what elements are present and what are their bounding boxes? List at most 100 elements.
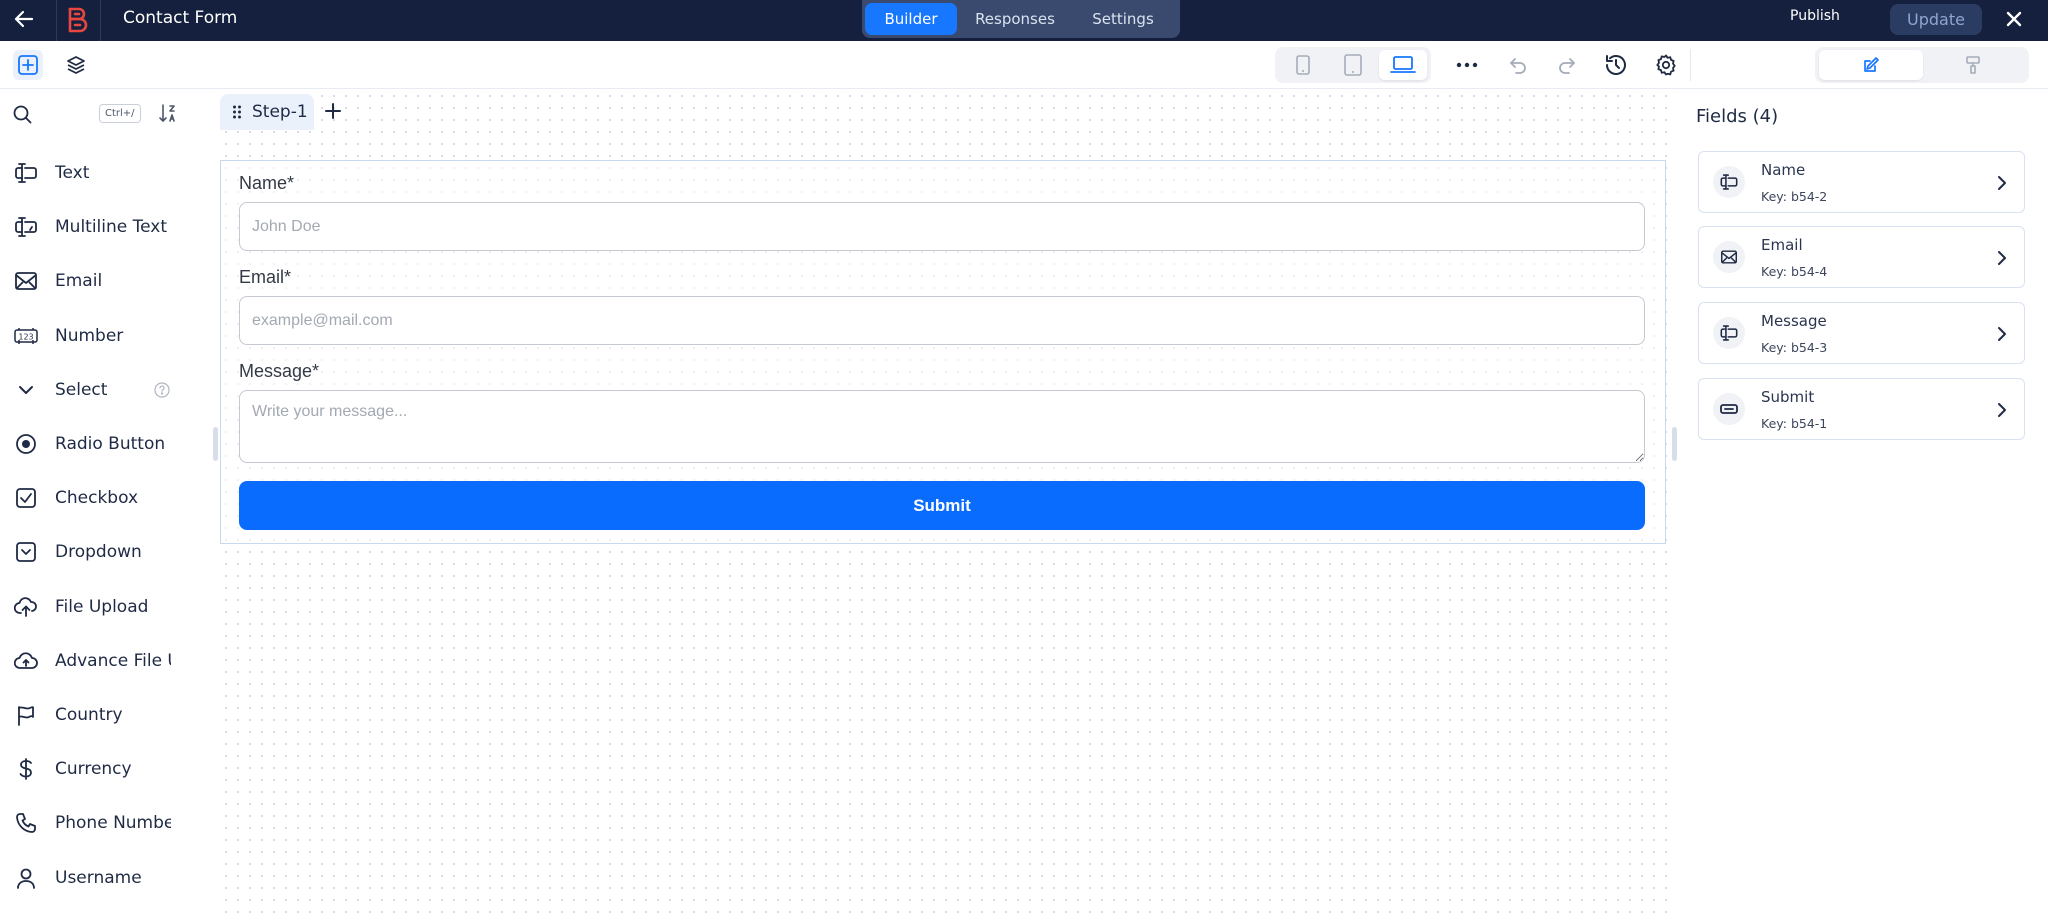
- history-button[interactable]: [1601, 50, 1631, 80]
- search-input[interactable]: [38, 100, 98, 126]
- publish-button[interactable]: Publish: [1790, 8, 1840, 24]
- field-card-key: Key: b54-3: [1761, 340, 1828, 355]
- svg-text:123: 123: [18, 332, 33, 341]
- field-type-label: Country: [55, 704, 123, 725]
- more-horizontal-icon: [1456, 62, 1478, 68]
- close-button[interactable]: [2000, 5, 2028, 33]
- form-preview: Name* Email* Message* Submit: [220, 160, 1666, 544]
- close-icon: [2006, 11, 2022, 27]
- field-type-label: Dropdown: [55, 542, 142, 563]
- upload-icon: [13, 594, 39, 620]
- chevron-right-icon: [1998, 176, 2006, 190]
- style-mode-button[interactable]: [1921, 50, 2025, 80]
- tab-settings[interactable]: Settings: [1073, 3, 1173, 35]
- field-type-label: Currency: [55, 759, 132, 780]
- checkbox-icon: [13, 485, 39, 511]
- button-icon: [1713, 393, 1745, 425]
- edit-mode-button[interactable]: [1819, 50, 1923, 80]
- field-type-list: Text Multiline Text Email 123 Number Sel…: [0, 146, 180, 905]
- history-icon: [1606, 55, 1626, 75]
- field-type-select[interactable]: Select: [0, 363, 180, 417]
- name-label: Name*: [239, 173, 295, 193]
- name-input[interactable]: [239, 202, 1645, 251]
- multiline-text-icon: [13, 214, 39, 240]
- field-type-label: Text: [55, 163, 90, 184]
- field-type-text[interactable]: Text: [0, 146, 180, 200]
- panel-mode-switcher: [1815, 47, 2029, 83]
- update-button[interactable]: Update: [1890, 4, 1982, 35]
- field-card-key: Key: b54-4: [1761, 264, 1828, 279]
- field-card-submit[interactable]: Submit Key: b54-1: [1698, 378, 2025, 440]
- dollar-icon: [13, 756, 39, 782]
- plus-square-icon: [18, 55, 38, 75]
- field-palette: Ctrl+/ Text Multiline Text Email 123 Num…: [0, 90, 210, 914]
- chevron-right-icon: [1998, 403, 2006, 417]
- redo-icon: [1559, 58, 1575, 74]
- field-type-label: Phone Number: [55, 813, 171, 834]
- gear-icon: [1656, 54, 1676, 76]
- top-bar: Contact Form Builder Responses Settings …: [0, 0, 2048, 41]
- chevron-right-icon: [1998, 251, 2006, 265]
- help-icon[interactable]: [154, 382, 170, 398]
- mobile-view-button[interactable]: [1279, 50, 1327, 80]
- settings-button[interactable]: [1651, 50, 1681, 80]
- field-type-email[interactable]: Email: [0, 254, 180, 308]
- field-type-number[interactable]: 123 Number: [0, 309, 180, 363]
- right-panel-resize-handle[interactable]: [1672, 427, 1677, 461]
- field-type-checkbox[interactable]: Checkbox: [0, 471, 180, 525]
- fields-panel: Fields (4) Name Key: b54-2 Email Key: b5…: [1684, 90, 2048, 914]
- field-card-key: Key: b54-2: [1761, 189, 1828, 204]
- desktop-view-button[interactable]: [1379, 50, 1427, 80]
- undo-button[interactable]: [1503, 50, 1533, 80]
- add-element-button[interactable]: [13, 50, 43, 80]
- radio-icon: [13, 431, 39, 457]
- step-label: Step-1: [252, 102, 308, 122]
- redo-button[interactable]: [1552, 50, 1582, 80]
- message-textarea[interactable]: [239, 390, 1645, 463]
- field-type-label: Checkbox: [55, 488, 139, 509]
- field-type-label: Email: [55, 271, 103, 292]
- field-card-title: Message: [1761, 312, 1827, 330]
- field-type-dropdown[interactable]: Dropdown: [0, 525, 180, 579]
- divider: [100, 0, 101, 41]
- email-input[interactable]: [239, 296, 1645, 345]
- field-card-message[interactable]: Message Key: b54-3: [1698, 302, 2025, 364]
- chevron-down-icon: [13, 377, 39, 403]
- phone-icon: [13, 810, 39, 836]
- more-options-button[interactable]: [1452, 50, 1482, 80]
- tab-builder[interactable]: Builder: [865, 3, 957, 35]
- edit-icon: [1864, 57, 1879, 72]
- layers-button[interactable]: [61, 50, 91, 80]
- tablet-view-button[interactable]: [1329, 50, 1377, 80]
- field-type-multiline-text[interactable]: Multiline Text: [0, 200, 180, 254]
- field-type-currency[interactable]: Currency: [0, 742, 180, 796]
- paint-roller-icon: [1966, 56, 1980, 74]
- tab-responses[interactable]: Responses: [957, 3, 1073, 35]
- layers-icon: [67, 56, 85, 74]
- email-label: Email*: [239, 267, 292, 287]
- fields-panel-title: Fields (4): [1696, 106, 1779, 127]
- shortcut-badge: Ctrl+/: [99, 104, 141, 123]
- left-panel-resize-handle[interactable]: [213, 427, 218, 461]
- arrow-left-icon: [14, 10, 34, 28]
- field-type-username[interactable]: Username: [0, 850, 180, 904]
- field-card-name[interactable]: Name Key: b54-2: [1698, 151, 2025, 213]
- field-card-email[interactable]: Email Key: b54-4: [1698, 226, 2025, 288]
- field-type-country[interactable]: Country: [0, 688, 180, 742]
- field-type-phone-number[interactable]: Phone Number: [0, 796, 180, 850]
- add-step-button[interactable]: [320, 98, 346, 124]
- email-icon: [13, 268, 39, 294]
- step-tab[interactable]: Step-1: [220, 94, 314, 130]
- view-tabs: Builder Responses Settings: [862, 0, 1180, 38]
- sort-button[interactable]: [157, 102, 179, 128]
- field-type-label: Radio Button: [55, 434, 166, 455]
- field-card-title: Email: [1761, 236, 1803, 254]
- user-icon: [13, 865, 39, 891]
- dropdown-icon: [13, 539, 39, 565]
- field-type-advance-file-upload[interactable]: Advance File Upload: [0, 634, 180, 688]
- submit-button[interactable]: Submit: [239, 481, 1645, 530]
- back-button[interactable]: [10, 5, 38, 33]
- field-type-file-upload[interactable]: File Upload: [0, 580, 180, 634]
- field-type-radio-button[interactable]: Radio Button: [0, 417, 180, 471]
- divider: [56, 0, 57, 41]
